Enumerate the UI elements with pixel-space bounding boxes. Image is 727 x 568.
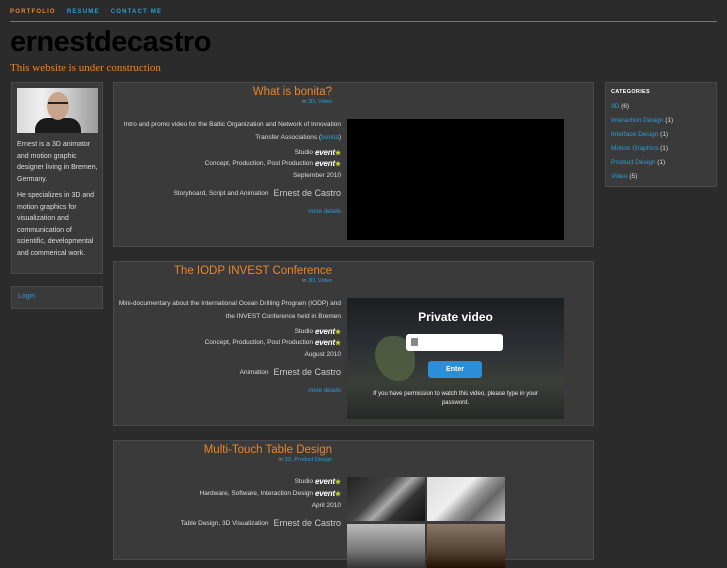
category-link-3d[interactable]: 3D [611, 103, 619, 110]
bio-text: Ernest is a 3D animator and motion graph… [17, 139, 101, 264]
event-logo-icon: event★ [315, 327, 341, 336]
credit-line: Table Design, 3D Visualization Ernest de … [180, 518, 341, 528]
gallery-thumbnail[interactable] [427, 524, 505, 568]
login-panel: Login [11, 286, 103, 309]
category-item: Motion Graphics (1) [611, 145, 669, 152]
category-item: Interface Design (1) [611, 131, 669, 138]
login-link[interactable]: Login [18, 293, 35, 300]
post-date: September 2010 [292, 172, 341, 179]
post-description: Intro and promo video for the Baltic Org… [123, 121, 341, 141]
event-logo-icon: event★ [315, 338, 341, 347]
post-bonita: What is bonita? in 3D, Video Intro and p… [113, 82, 594, 247]
post-date: August 2010 [304, 351, 341, 358]
nav-portfolio[interactable]: PORTFOLIO [10, 9, 56, 15]
profile-panel: Ernest is a 3D animator and motion graph… [11, 82, 103, 274]
video-player[interactable] [347, 119, 564, 240]
post-multitouch: Multi-Touch Table Design in 3D, Product … [113, 440, 594, 568]
categories-panel: CATEGORIES 3D (6) Interaction Design (1)… [605, 82, 717, 187]
post-category: in 3D, Video [302, 278, 332, 284]
password-input[interactable] [406, 334, 503, 351]
event-logo-icon: event★ [315, 148, 341, 157]
studio-line: Studio event★ [294, 327, 342, 336]
gallery-thumbnail[interactable] [347, 524, 425, 568]
private-video-note: If you have permission to watch this vid… [373, 391, 538, 406]
nav-divider [10, 21, 717, 22]
post-title[interactable]: What is bonita? [253, 86, 332, 98]
category-link-video[interactable]: Video [611, 173, 628, 180]
post-title[interactable]: The IODP INVEST Conference [174, 265, 332, 277]
category-item: Product Design (1) [611, 159, 666, 166]
more-details-link[interactable]: more details [308, 388, 341, 394]
private-video-title: Private video [418, 310, 493, 324]
nav-contact-me[interactable]: CONTACT ME [111, 9, 163, 15]
category-link-product-design[interactable]: Product Design [611, 159, 655, 166]
role-line: Concept, Production, Post Production eve… [204, 338, 342, 347]
event-logo-icon: event★ [315, 477, 341, 486]
site-subtitle: This website is under construction [10, 62, 161, 74]
gallery-thumbnail[interactable] [427, 477, 505, 521]
site-title[interactable]: ernestdecastro [10, 26, 211, 59]
post-iodp: The IODP INVEST Conference in 3D, Video … [113, 261, 594, 426]
lock-icon [411, 338, 418, 346]
category-link-interface-design[interactable]: Interface Design [611, 131, 658, 138]
category-link[interactable]: 3D, Video [308, 99, 332, 105]
category-item: 3D (6) [611, 103, 630, 110]
gallery-thumbnail[interactable] [347, 477, 425, 521]
role-line: Hardware, Software, Interaction Design e… [199, 489, 342, 498]
category-item: Interaction Design (1) [611, 117, 674, 124]
more-details-link[interactable]: more details [308, 209, 341, 215]
post-title[interactable]: Multi-Touch Table Design [204, 444, 332, 456]
category-item: Video (5) [611, 173, 638, 180]
categories-list: 3D (6) Interaction Design (1) Interface … [611, 100, 673, 184]
post-category: in 3D, Product Design [278, 457, 332, 463]
post-category: in 3D, Video [302, 99, 332, 105]
nav-resume[interactable]: RESUME [67, 9, 100, 15]
credit-line: Storyboard, Script and Animation Ernest d… [173, 188, 341, 198]
post-date: April 2010 [311, 502, 341, 509]
studio-line: Studio event★ [294, 148, 342, 157]
bio-paragraph-2: He specializes in 3D and motion graphics… [17, 192, 95, 257]
profile-photo [17, 88, 98, 133]
category-link-interaction-design[interactable]: Interaction Design [611, 117, 663, 124]
bonita-link[interactable]: bonita [321, 134, 339, 141]
enter-button[interactable]: Enter [428, 361, 482, 378]
category-link[interactable]: 3D, Product Design [284, 457, 332, 463]
categories-title: CATEGORIES [611, 89, 650, 95]
event-logo-icon: event★ [315, 159, 341, 168]
category-link-motion-graphics[interactable]: Motion Graphics [611, 145, 658, 152]
role-line: Concept, Production, Post Production eve… [204, 159, 342, 168]
studio-line: Studio event★ [294, 477, 342, 486]
private-video-player: Private video Enter If you have permissi… [347, 298, 564, 419]
event-logo-icon: event★ [315, 489, 341, 498]
top-nav: PORTFOLIO RESUME CONTACT ME [10, 9, 162, 15]
bio-paragraph-1: Ernest is a 3D animator and motion graph… [17, 141, 98, 183]
category-link[interactable]: 3D, Video [308, 278, 332, 284]
credit-line: Animation Ernest de Castro [239, 367, 341, 377]
post-description: Mini-documentary about the International… [118, 300, 341, 320]
